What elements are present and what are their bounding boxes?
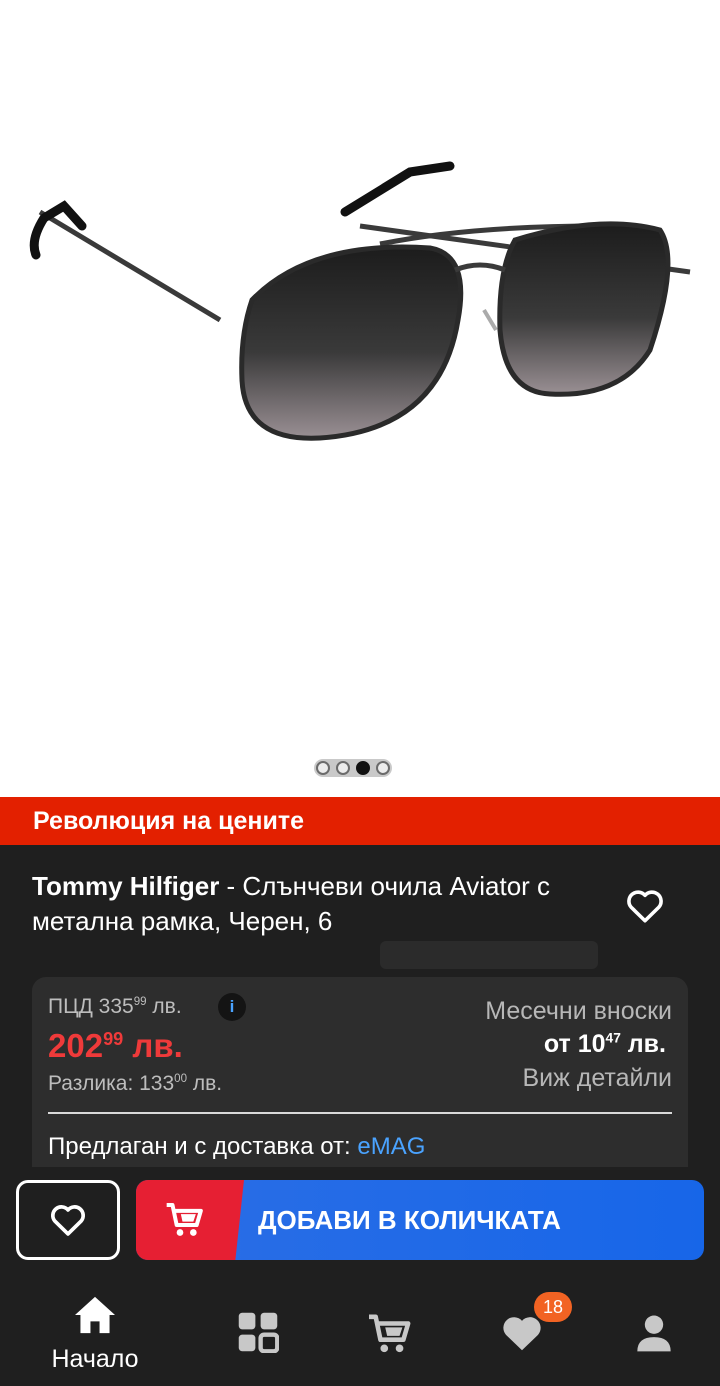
favorites-count-badge: 18 <box>534 1292 572 1322</box>
cart-icon <box>369 1314 411 1353</box>
recommended-price: ПЦД 33599 лв. <box>48 995 182 1019</box>
heart-icon <box>627 890 663 923</box>
price-difference: Разлика: 13300 лв. <box>48 1072 222 1096</box>
add-to-cart-label: ДОБАВИ В КОЛИЧКАТА <box>258 1204 561 1235</box>
gallery-dot[interactable] <box>336 761 350 775</box>
product-image-gallery[interactable] <box>0 0 720 797</box>
promo-banner: Революция на цените <box>0 797 720 845</box>
title-blur-overlay <box>380 941 598 969</box>
info-icon[interactable]: i <box>218 993 246 1021</box>
seller-link[interactable]: eMAG <box>357 1133 425 1160</box>
home-icon <box>75 1296 115 1334</box>
bottom-navigation: Начало 18 <box>0 1275 720 1386</box>
promo-text: Революция на цените <box>33 806 304 835</box>
product-brand: Tommy Hilfiger <box>32 871 220 901</box>
installments-amount-cents: 47 <box>605 1030 621 1046</box>
favorite-toggle-button[interactable] <box>622 883 668 929</box>
installments-amount-int: от 10 <box>543 1030 606 1058</box>
gallery-dot[interactable] <box>376 761 390 775</box>
action-bar: ДОБАВИ В КОЛИЧКАТА <box>0 1167 720 1275</box>
price-card: ПЦД 33599 лв. i 20299 лв. Разлика: 13300… <box>32 977 688 1167</box>
installments-details-link[interactable]: Виж детайли <box>522 1064 672 1093</box>
gallery-dot-active[interactable] <box>356 761 370 775</box>
seller-label: Предлаган и с доставка от: <box>48 1133 358 1160</box>
gallery-dot[interactable] <box>316 761 330 775</box>
installments-amount: от 1047 лв. <box>544 1030 666 1059</box>
product-title-area: Tommy Hilfiger - Слънчеви очила Aviator … <box>0 845 720 977</box>
price-difference-cents: 00 <box>174 1073 188 1085</box>
nav-label-home: Начало <box>51 1345 139 1373</box>
heart-icon <box>51 1205 85 1236</box>
nav-item-account[interactable] <box>582 1275 720 1386</box>
recommended-price-currency: лв. <box>146 995 182 1018</box>
installments-amount-currency: лв. <box>620 1030 666 1058</box>
nav-item-home[interactable]: Начало <box>23 1275 167 1386</box>
product-image-sunglasses[interactable] <box>0 130 720 460</box>
seller-info: Предлаган и с доставка от: eMAG <box>48 1133 425 1161</box>
divider <box>48 1112 672 1114</box>
nav-item-cart[interactable] <box>318 1275 462 1386</box>
current-price-currency: лв. <box>123 1027 183 1064</box>
nav-item-favorites[interactable]: 18 <box>450 1275 594 1386</box>
recommended-price-cents: 99 <box>133 996 147 1008</box>
current-price: 20299 лв. <box>48 1027 183 1065</box>
current-price-cents: 99 <box>103 1029 124 1049</box>
recommended-price-label: ПЦД 335 <box>48 995 134 1018</box>
heart-icon <box>503 1317 541 1351</box>
cart-button-icon-area <box>136 1180 244 1260</box>
price-difference-label: Разлика: 133 <box>48 1072 175 1095</box>
add-to-favorites-button[interactable] <box>16 1180 120 1260</box>
user-icon <box>637 1315 671 1352</box>
add-to-cart-button[interactable]: ДОБАВИ В КОЛИЧКАТА <box>136 1180 704 1260</box>
cart-icon <box>166 1203 203 1236</box>
price-difference-currency: лв. <box>187 1072 223 1095</box>
gallery-pagination[interactable] <box>314 759 392 777</box>
nav-item-categories[interactable] <box>186 1275 330 1386</box>
installments-label: Месечни вноски <box>485 997 672 1025</box>
categories-icon <box>238 1312 279 1353</box>
current-price-int: 202 <box>48 1027 104 1064</box>
